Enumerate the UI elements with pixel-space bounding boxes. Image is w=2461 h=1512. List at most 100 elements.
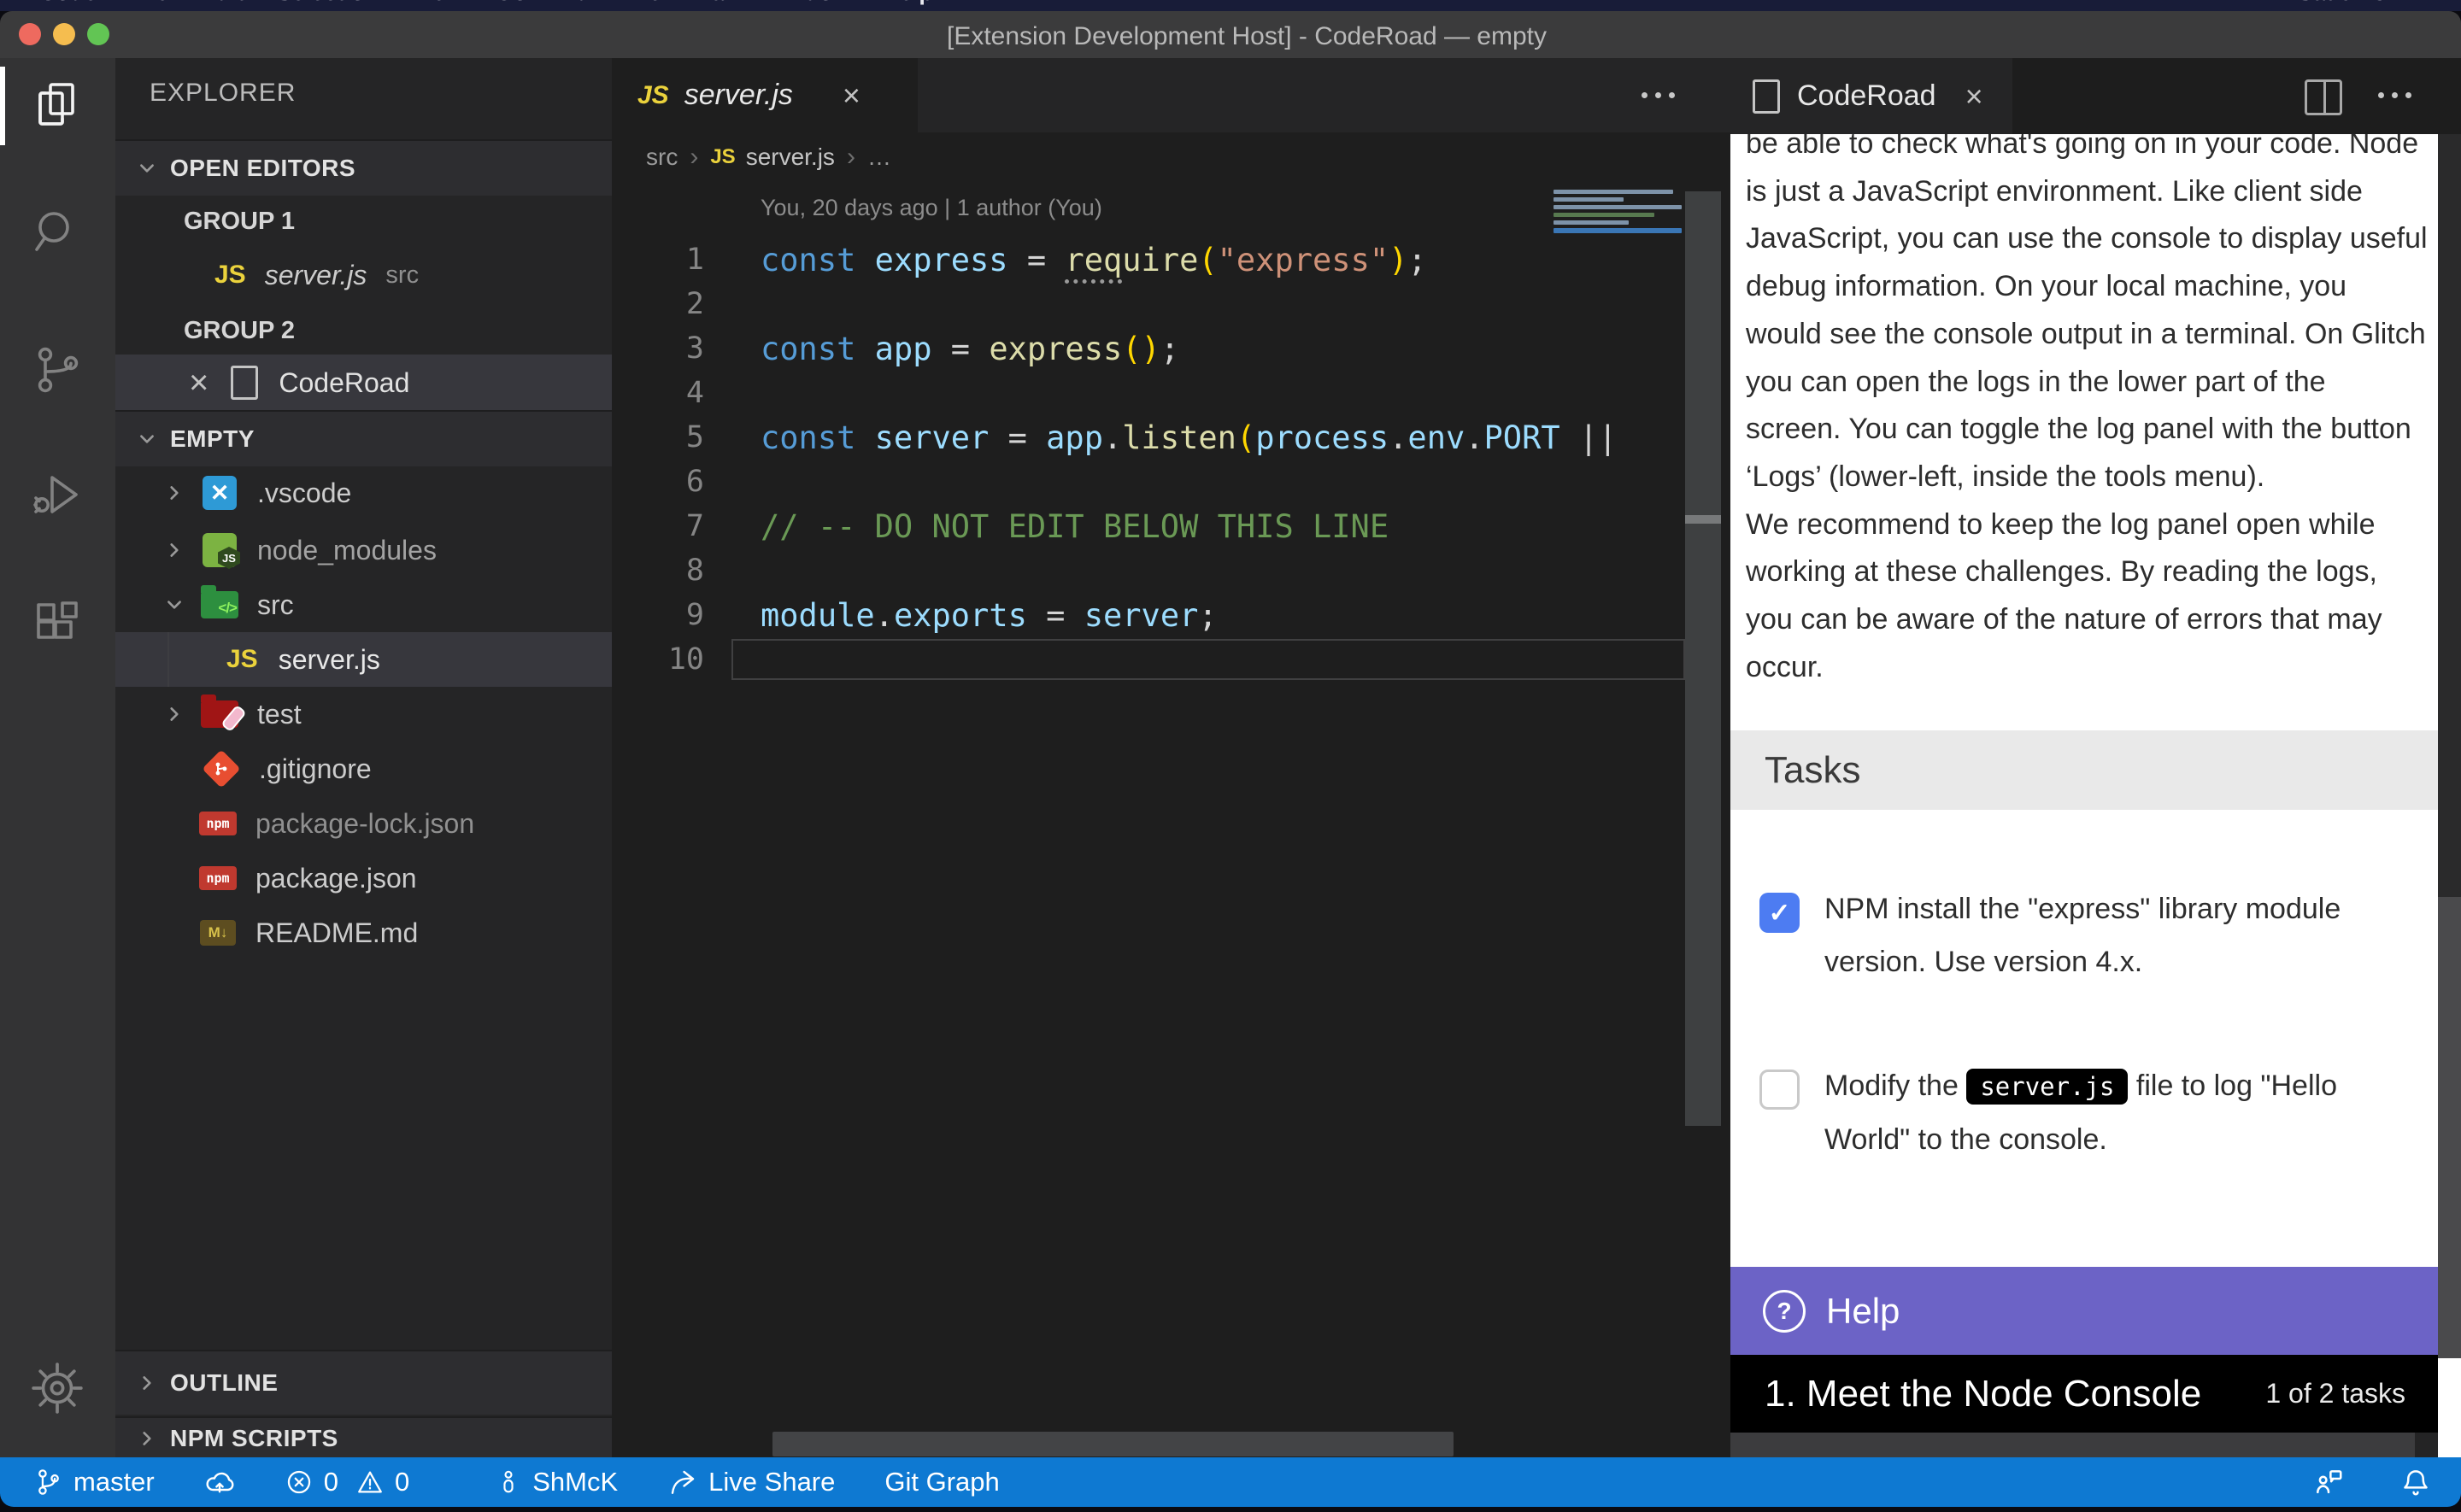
tree-item-gitignore[interactable]: .gitignore (115, 741, 612, 796)
close-window-button[interactable] (19, 23, 41, 45)
menubar-status[interactable]: Sat 9:43 PM (2297, 0, 2427, 6)
task-checkbox-unchecked[interactable] (1759, 1070, 1800, 1110)
breadcrumb[interactable]: src › JS server.js › … (612, 132, 1730, 181)
git-branch-icon (34, 1468, 63, 1497)
tree-item-src[interactable]: </> src (115, 577, 612, 632)
window-title: [Extension Development Host] - CodeRoad … (947, 22, 1547, 51)
sidebar-item-explorer[interactable] (26, 74, 88, 136)
code-line-8[interactable]: 8 (612, 548, 1730, 593)
code-lines[interactable]: 1const express = require("express");23co… (612, 237, 1730, 682)
help-bar[interactable]: ? Help (1730, 1267, 2438, 1355)
chevron-down-icon (165, 595, 184, 614)
vscode-window: Code File Edit Selection View Go Run Ter… (0, 0, 2461, 1512)
webview-scrollbar-thumb[interactable] (2438, 897, 2461, 1358)
code-line-3[interactable]: 3const app = express(); (612, 326, 1730, 371)
extensions-icon (30, 598, 85, 653)
chevron-right-icon (138, 1374, 156, 1392)
task-checkbox-checked[interactable]: ✓ (1759, 893, 1800, 933)
tree-item-readme[interactable]: M↓ README.md (115, 905, 612, 960)
debug-icon (30, 467, 85, 522)
open-editor-server-js[interactable]: JS server.js src (115, 248, 612, 302)
branch-status-item[interactable]: master (34, 1467, 155, 1497)
code-line-7[interactable]: 7// -- DO NOT EDIT BELOW THIS LINE (612, 504, 1730, 548)
breadcrumb-file[interactable]: server.js (746, 144, 835, 171)
breadcrumb-separator: › (690, 143, 698, 172)
npm-scripts-header[interactable]: NPM SCRIPTS (115, 1416, 612, 1457)
vscode-folder-icon: ✕ (201, 476, 238, 510)
user-status-item[interactable]: ShMcK (495, 1467, 618, 1497)
js-icon: JS (710, 145, 735, 169)
sidebar-item-run-debug[interactable] (26, 464, 88, 525)
chevron-right-icon (138, 1429, 156, 1448)
folder-section-header[interactable]: EMPTY (115, 410, 612, 466)
sidebar-item-search[interactable] (26, 202, 88, 263)
live-share-status-item[interactable]: Live Share (667, 1467, 835, 1497)
breadcrumb-src[interactable]: src (646, 144, 678, 171)
macos-menubar: Code File Edit Selection View Go Run Ter… (0, 0, 2461, 11)
sync-status-item[interactable] (204, 1467, 235, 1497)
code-line-10[interactable]: 10 (612, 637, 1730, 682)
zoom-window-button[interactable] (87, 23, 109, 45)
outline-header[interactable]: OUTLINE (115, 1350, 612, 1415)
tree-item-package-lock[interactable]: npm package-lock.json (115, 796, 612, 851)
sidebar-item-extensions[interactable] (26, 595, 88, 656)
minimap[interactable] (1554, 190, 1682, 237)
cloud-upload-icon (204, 1467, 235, 1497)
split-editor-icon[interactable] (2305, 79, 2342, 115)
tree-item-server-js[interactable]: JS server.js (115, 632, 612, 687)
open-editors-header[interactable]: OPEN EDITORS (115, 139, 612, 196)
editor-vertical-scrollbar[interactable] (1685, 191, 1721, 1126)
code-editor[interactable]: You, 20 days ago | 1 author (You) 1const… (612, 181, 1730, 1457)
code-line-4[interactable]: 4 (612, 371, 1730, 415)
webview-scrollbar-track[interactable] (2438, 134, 2461, 897)
git-graph-status-item[interactable]: Git Graph (884, 1467, 999, 1497)
bell-icon[interactable] (2399, 1466, 2432, 1498)
more-actions-icon[interactable] (2378, 92, 2411, 98)
active-indicator (0, 67, 5, 145)
panel-bottom-strip-corner (2415, 1433, 2438, 1457)
tree-item-test[interactable]: test (115, 687, 612, 741)
webview-scrollbar-bottom (2438, 1358, 2461, 1457)
minimize-window-button[interactable] (53, 23, 75, 45)
feedback-icon[interactable] (2312, 1466, 2345, 1498)
tab-server-js[interactable]: JS server.js × (612, 58, 918, 132)
close-icon[interactable]: × (1965, 79, 1983, 114)
panel-bottom-strip (1730, 1433, 2415, 1457)
chevron-down-icon (138, 430, 156, 448)
error-icon (285, 1468, 314, 1497)
task-progress-badge: 1 of 2 tasks (2265, 1378, 2405, 1409)
npm-icon: npm (199, 861, 237, 895)
coderoad-webview: be able to check what's going on in your… (1730, 134, 2438, 1433)
more-actions-icon[interactable] (1642, 92, 1675, 98)
code-line-5[interactable]: 5const server = app.listen(process.env.P… (612, 415, 1730, 460)
chevron-right-icon (165, 541, 184, 560)
codelens-blame[interactable]: You, 20 days ago | 1 author (You) (761, 195, 1102, 221)
live-share-icon (667, 1467, 698, 1497)
tree-item-package-json[interactable]: npm package.json (115, 851, 612, 905)
editor-horizontal-scrollbar[interactable] (772, 1432, 1454, 1456)
git-icon (203, 752, 240, 786)
file-icon (1753, 79, 1780, 114)
code-line-2[interactable]: 2 (612, 282, 1730, 326)
lesson-section-bar[interactable]: 1. Meet the Node Console 1 of 2 tasks (1730, 1355, 2438, 1433)
lesson-title: 1. Meet the Node Console (1765, 1373, 2201, 1415)
tab-coderoad[interactable]: CodeRoad × (1730, 58, 2012, 134)
code-line-9[interactable]: 9module.exports = server; (612, 593, 1730, 637)
code-line-1[interactable]: 1const express = require("express"); (612, 237, 1730, 282)
src-folder-icon: </> (201, 588, 238, 622)
close-icon[interactable]: × (843, 79, 860, 113)
code-line-6[interactable]: 6 (612, 460, 1730, 504)
sidebar-item-source-control[interactable] (26, 339, 88, 401)
open-editor-coderoad[interactable]: × CodeRoad (115, 355, 612, 411)
menubar-items[interactable]: Code File Edit Selection View Go Run Ter… (39, 0, 933, 6)
node-modules-icon: JS (201, 533, 238, 567)
tree-item-vscode[interactable]: ✕ .vscode (115, 466, 612, 520)
editor-tab-bar: JS server.js × (612, 58, 1730, 132)
problems-status-item[interactable]: 0 0 (285, 1467, 410, 1497)
tree-item-node-modules[interactable]: JS node_modules (115, 523, 612, 577)
close-icon[interactable]: × (189, 366, 209, 400)
files-icon (30, 78, 85, 132)
settings-button[interactable] (26, 1357, 88, 1419)
breadcrumb-symbol[interactable]: … (867, 144, 891, 171)
indent-guide (167, 632, 169, 687)
